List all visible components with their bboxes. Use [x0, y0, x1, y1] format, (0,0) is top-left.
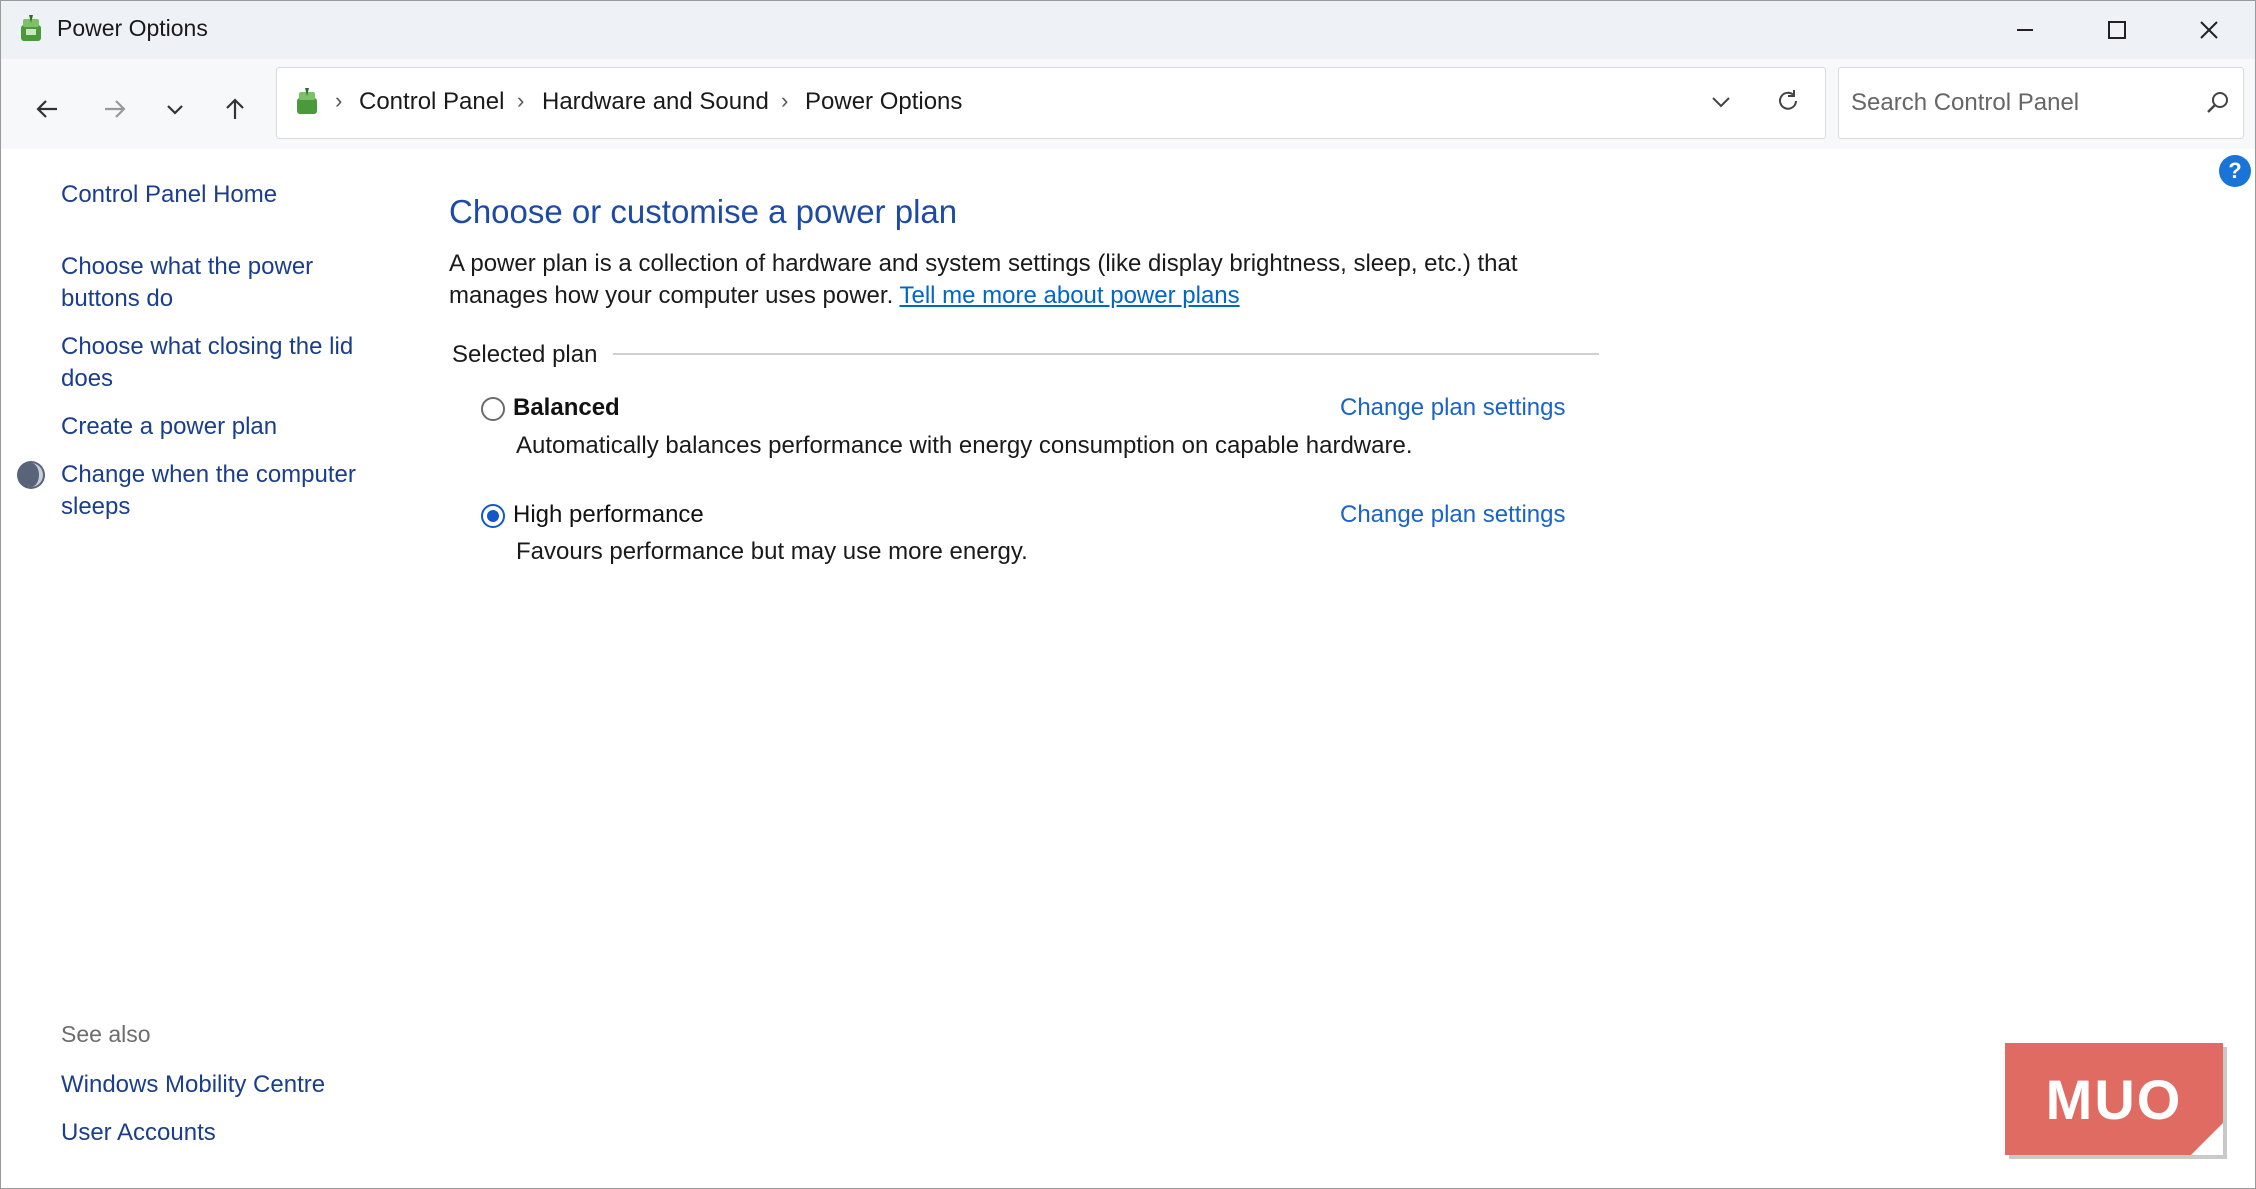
breadcrumb-separator: ›	[781, 88, 789, 113]
see-also-mobility-centre[interactable]: Windows Mobility Centre	[61, 1069, 325, 1101]
search-box[interactable]: Search Control Panel	[1838, 67, 2244, 139]
power-options-icon	[297, 88, 317, 114]
page-title: Choose or customise a power plan	[449, 193, 958, 230]
balanced-change-plan-settings-link[interactable]: Change plan settings	[1340, 394, 1566, 422]
selected-plan-label: Selected plan	[452, 341, 598, 368]
help-icon: ?	[2228, 158, 2242, 183]
close-icon	[2200, 21, 2218, 39]
address-history-button[interactable]	[1709, 90, 1733, 119]
high-performance-change-plan-settings-link[interactable]: Change plan settings	[1340, 501, 1566, 529]
title-bar: Power Options	[1, 1, 2255, 59]
recent-locations-button[interactable]	[153, 87, 197, 131]
minimize-button[interactable]	[1979, 1, 2071, 59]
up-button[interactable]	[213, 87, 257, 131]
sidebar-control-panel-home[interactable]: Control Panel Home	[61, 179, 277, 211]
chevron-down-icon	[1712, 97, 1730, 108]
up-arrow-icon	[226, 98, 244, 119]
chevron-down-icon	[167, 105, 183, 115]
high-performance-radio[interactable]	[481, 504, 505, 528]
breadcrumb-separator: ›	[517, 88, 525, 113]
sidebar-link-computer-sleeps[interactable]: Change when the computer sleeps	[61, 459, 381, 523]
balanced-plan-name[interactable]: Balanced	[513, 394, 620, 422]
help-button[interactable]: ?	[2219, 155, 2251, 187]
search-input[interactable]: Search Control Panel	[1851, 89, 2079, 117]
power-options-icon	[21, 15, 41, 41]
muo-watermark-logo: MUO	[2005, 1043, 2223, 1155]
high-performance-plan-name[interactable]: High performance	[513, 501, 704, 529]
see-also-label: See also	[61, 1021, 151, 1047]
page-description: A power plan is a collection of hardware…	[449, 248, 1609, 312]
sidebar-link-closing-lid[interactable]: Choose what closing the lid does	[61, 331, 381, 395]
section-divider	[613, 353, 1599, 355]
back-button[interactable]	[25, 87, 69, 131]
balanced-plan-description: Automatically balances performance with …	[516, 432, 1413, 459]
sidebar-link-power-buttons[interactable]: Choose what the power buttons do	[61, 251, 361, 315]
shield-icon	[17, 461, 45, 489]
breadcrumb-separator: ›	[335, 88, 343, 113]
minimize-icon	[2017, 29, 2033, 31]
search-icon	[2207, 92, 2228, 113]
balanced-radio[interactable]	[481, 397, 505, 421]
learn-more-link[interactable]: Tell me more about power plans	[899, 282, 1239, 309]
refresh-icon	[1779, 90, 1797, 110]
breadcrumb-power-options[interactable]: Power Options	[805, 88, 962, 116]
breadcrumb-control-panel[interactable]: Control Panel	[359, 88, 504, 116]
watermark-corner	[2191, 1123, 2223, 1155]
window-title: Power Options	[57, 15, 208, 41]
forward-button[interactable]	[93, 87, 137, 131]
sidebar-link-create-plan[interactable]: Create a power plan	[61, 411, 277, 443]
maximize-icon	[2108, 21, 2126, 39]
refresh-button[interactable]	[1775, 88, 1801, 119]
maximize-button[interactable]	[2071, 1, 2163, 59]
watermark-text: MUO	[2045, 1067, 2183, 1131]
back-arrow-icon	[36, 100, 57, 118]
forward-arrow-icon	[105, 100, 126, 118]
close-button[interactable]	[2163, 1, 2255, 59]
power-options-window: Power Options › Control Panel › Hardware…	[0, 0, 2256, 1189]
address-bar[interactable]: › Control Panel › Hardware and Sound › P…	[276, 67, 1826, 139]
see-also-user-accounts[interactable]: User Accounts	[61, 1117, 216, 1149]
breadcrumb-hardware-and-sound[interactable]: Hardware and Sound	[542, 88, 769, 116]
high-performance-plan-description: Favours performance but may use more ene…	[516, 538, 1028, 565]
